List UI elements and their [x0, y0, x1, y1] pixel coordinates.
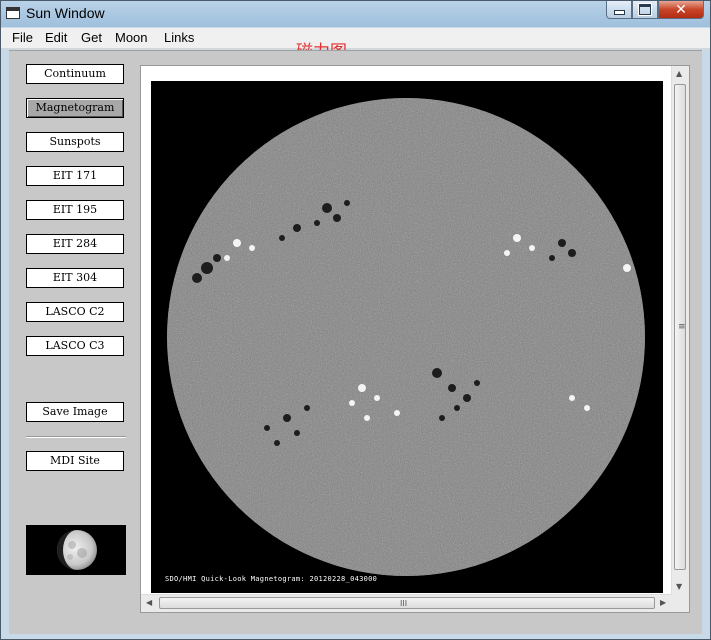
vertical-scrollbar[interactable]: ▲ ≡ ▼ [671, 66, 689, 596]
save-image-button[interactable]: Save Image [26, 402, 124, 422]
moon-phase-icon [57, 530, 97, 570]
magnetogram-texture [167, 98, 645, 576]
menu-bar: File Edit Get Moon Links [1, 28, 710, 49]
scroll-left-icon[interactable]: ◀ [146, 598, 152, 607]
menu-moon[interactable]: Moon [115, 30, 148, 45]
horizontal-scroll-thumb[interactable]: III [159, 597, 655, 609]
continuum-button[interactable]: Continuum [26, 64, 124, 84]
title-bar[interactable]: Sun Window ✕ [1, 1, 710, 27]
close-icon: ✕ [675, 1, 687, 18]
eit-284-button[interactable]: EIT 284 [26, 234, 124, 254]
sidebar-divider [26, 436, 126, 438]
moon-phase-thumbnail[interactable] [26, 525, 126, 575]
sunspots-button[interactable]: Sunspots [26, 132, 124, 152]
scroll-up-icon[interactable]: ▲ [676, 69, 682, 78]
client-area: Continuum Magnetogram Sunspots EIT 171 E… [9, 50, 702, 634]
sun-disk [167, 98, 645, 576]
lasco-c3-button[interactable]: LASCO C3 [26, 336, 124, 356]
grip-icon: III [400, 599, 408, 608]
eit-195-button[interactable]: EIT 195 [26, 200, 124, 220]
eit-171-button[interactable]: EIT 171 [26, 166, 124, 186]
vertical-scroll-thumb[interactable]: ≡ [674, 84, 686, 570]
image-viewer: SDO/HMI Quick-Look Magnetogram: 20120228… [140, 65, 690, 613]
horizontal-scrollbar[interactable]: ◀ III ▶ [141, 594, 673, 612]
menu-links[interactable]: Links [164, 30, 194, 45]
maximize-icon [638, 3, 652, 16]
grip-icon: ≡ [678, 322, 686, 332]
window-controls: ✕ [606, 1, 704, 20]
window-icon [6, 7, 20, 19]
magnetogram-image: SDO/HMI Quick-Look Magnetogram: 20120228… [151, 81, 663, 593]
minimize-button[interactable] [606, 1, 632, 19]
image-caption: SDO/HMI Quick-Look Magnetogram: 20120228… [165, 575, 378, 583]
eit-304-button[interactable]: EIT 304 [26, 268, 124, 288]
scrollbar-corner [672, 595, 689, 612]
menu-get[interactable]: Get [81, 30, 102, 45]
scroll-down-icon[interactable]: ▼ [676, 582, 682, 591]
sun-window: Sun Window ✕ File Edit Get Moon Links 磁力… [0, 0, 711, 640]
minimize-icon [613, 10, 625, 15]
mdi-site-button[interactable]: MDI Site [26, 451, 124, 471]
menu-file[interactable]: File [12, 30, 33, 45]
scroll-right-icon[interactable]: ▶ [660, 598, 666, 607]
lasco-c2-button[interactable]: LASCO C2 [26, 302, 124, 322]
menu-edit[interactable]: Edit [45, 30, 67, 45]
magnetogram-button[interactable]: Magnetogram [26, 98, 124, 118]
window-title: Sun Window [26, 5, 105, 21]
maximize-button[interactable] [632, 1, 658, 19]
close-button[interactable]: ✕ [658, 1, 704, 19]
